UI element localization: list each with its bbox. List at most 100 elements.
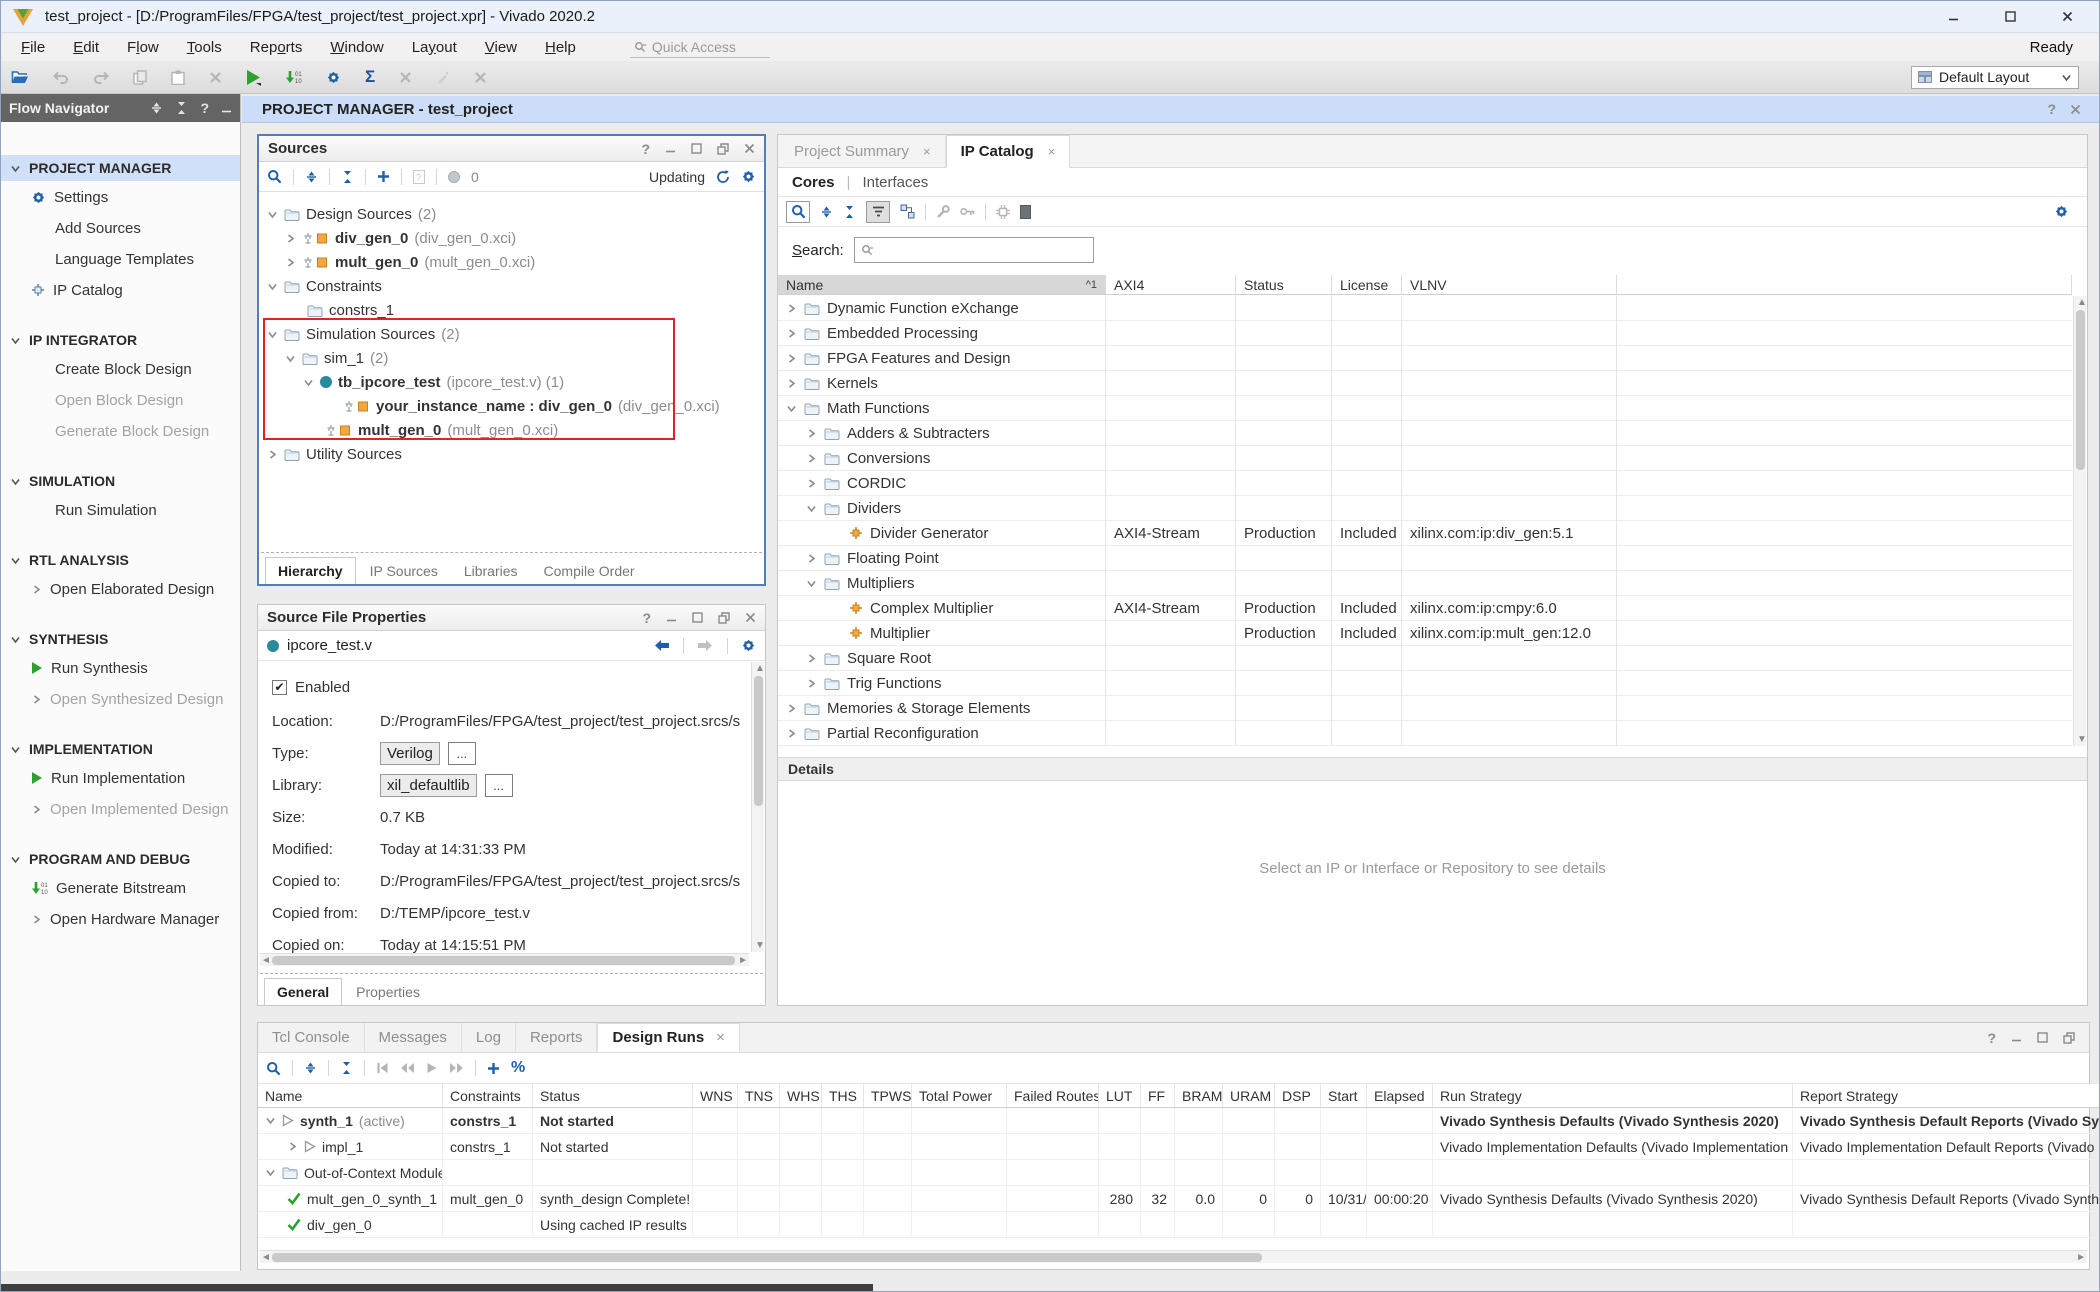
copy-button[interactable] xyxy=(133,70,147,85)
search-button[interactable] xyxy=(267,169,282,184)
flownav-item-open-hardware-manager[interactable]: Open Hardware Manager xyxy=(1,907,240,931)
chevron-right-icon[interactable] xyxy=(806,678,817,689)
customize-button[interactable] xyxy=(936,205,950,219)
run-row-synth-1[interactable]: synth_1(active)constrs_1Not startedVivad… xyxy=(258,1108,2100,1134)
scroll-down-icon[interactable]: ▼ xyxy=(2077,734,2087,745)
scroll-up-icon[interactable]: ▲ xyxy=(2077,297,2087,308)
tree-row-tb-ipcore-test[interactable]: tb_ipcore_test(ipcore_test.v) (1) xyxy=(259,370,764,394)
tree-row-simulation-sources[interactable]: Simulation Sources(2) xyxy=(259,322,764,346)
chevron-down-icon[interactable] xyxy=(806,503,817,514)
scrollbar-thumb[interactable] xyxy=(272,1253,1262,1262)
ip-row-floating-point[interactable]: Floating Point xyxy=(778,546,2072,571)
chevron-right-icon[interactable] xyxy=(806,453,817,464)
delete-button[interactable] xyxy=(209,71,222,84)
ip-row-multiplier[interactable]: MultiplierProductionIncludedxilinx.com:i… xyxy=(778,621,2072,646)
run-row-div-gen-0[interactable]: div_gen_0Using cached IP results xyxy=(258,1212,2100,1238)
ip-row-embedded-processing[interactable]: Embedded Processing xyxy=(778,321,2072,346)
run-row-mult-gen-0-synth-1[interactable]: mult_gen_0_synth_1mult_gen_0synth_design… xyxy=(258,1186,2100,1212)
chevron-right-icon[interactable] xyxy=(267,449,278,460)
help-button[interactable]: ? xyxy=(641,141,650,157)
flownav-section-ip-integrator[interactable]: IP INTEGRATOR xyxy=(1,328,240,352)
column-header-bram[interactable]: BRAM xyxy=(1175,1084,1223,1107)
chevron-right-icon[interactable] xyxy=(285,257,296,268)
close-tab-icon[interactable]: × xyxy=(923,144,931,159)
close-button[interactable] xyxy=(2062,11,2073,22)
redo-button[interactable] xyxy=(93,70,109,84)
tree-row-constraints[interactable]: Constraints xyxy=(259,274,764,298)
field-input-library[interactable]: xil_defaultlib xyxy=(380,774,477,797)
column-header-start[interactable]: Start xyxy=(1321,1084,1367,1107)
paste-button[interactable] xyxy=(171,70,185,85)
undo-button[interactable] xyxy=(53,70,69,84)
tab-reports[interactable]: Reports xyxy=(516,1023,598,1052)
help-button[interactable]: ? xyxy=(200,100,209,116)
flownav-section-implementation[interactable]: IMPLEMENTATION xyxy=(1,737,240,761)
column-header-failed-routes[interactable]: Failed Routes xyxy=(1007,1084,1099,1107)
column-header-total-power[interactable]: Total Power xyxy=(912,1084,1007,1107)
chevron-right-icon[interactable] xyxy=(786,703,797,714)
edit-disabled-button[interactable] xyxy=(436,70,450,84)
menu-flow[interactable]: Flow xyxy=(113,36,173,59)
tab-log[interactable]: Log xyxy=(462,1023,516,1052)
menu-tools[interactable]: Tools xyxy=(173,36,236,59)
chevron-right-icon[interactable] xyxy=(287,1141,298,1152)
chevron-down-icon[interactable] xyxy=(786,403,797,414)
collapse-all-button[interactable] xyxy=(304,1061,317,1075)
menu-view[interactable]: View xyxy=(471,36,531,59)
flownav-item-language-templates[interactable]: Language Templates xyxy=(1,247,240,271)
ip-row-dynamic-function-exchange[interactable]: Dynamic Function eXchange xyxy=(778,296,2072,321)
column-header-name[interactable]: Name xyxy=(258,1084,443,1107)
ip-row-multipliers[interactable]: Multipliers xyxy=(778,571,2072,596)
flownav-section-program-and-debug[interactable]: PROGRAM AND DEBUG xyxy=(1,847,240,871)
column-header-constraints[interactable]: Constraints xyxy=(443,1084,533,1107)
chevron-down-icon[interactable] xyxy=(285,353,296,364)
flownav-item-add-sources[interactable]: Add Sources xyxy=(1,216,240,240)
minimize-button[interactable] xyxy=(1948,11,1959,22)
chevron-right-icon[interactable] xyxy=(806,478,817,489)
flownav-item-generate-block-design[interactable]: Generate Block Design xyxy=(1,419,240,443)
chevron-right-icon[interactable] xyxy=(806,653,817,664)
column-header-status[interactable]: Status xyxy=(1236,275,1332,294)
column-header-ths[interactable]: THS xyxy=(822,1084,864,1107)
run-row-impl-1[interactable]: impl_1constrs_1Not startedVivado Impleme… xyxy=(258,1134,2100,1160)
scrollbar-thumb[interactable] xyxy=(754,676,763,806)
column-header-run-strategy[interactable]: Run Strategy xyxy=(1433,1084,1793,1107)
tab-properties[interactable]: Properties xyxy=(344,979,432,1005)
flownav-item-open-implemented-design[interactable]: Open Implemented Design xyxy=(1,797,240,821)
menu-edit[interactable]: Edit xyxy=(59,36,113,59)
close-button[interactable] xyxy=(744,141,755,157)
tab-messages[interactable]: Messages xyxy=(365,1023,462,1052)
expand-all-button[interactable] xyxy=(340,1061,353,1075)
create-run-button[interactable] xyxy=(487,1062,500,1075)
column-header-tns[interactable]: TNS xyxy=(738,1084,780,1107)
quick-access-input[interactable]: Quick Access xyxy=(630,37,770,58)
column-header-whs[interactable]: WHS xyxy=(780,1084,822,1107)
flownav-item-open-block-design[interactable]: Open Block Design xyxy=(1,388,240,412)
float-button[interactable] xyxy=(717,141,729,157)
close-tab-icon[interactable]: × xyxy=(1048,144,1056,159)
ip-row-conversions[interactable]: Conversions xyxy=(778,446,2072,471)
runs-horizontal-scrollbar[interactable]: ◄ ► xyxy=(260,1250,2087,1263)
ellipsis-button[interactable]: ... xyxy=(448,742,476,765)
tab-general[interactable]: General xyxy=(264,978,342,1005)
flownav-item-run-synthesis[interactable]: Run Synthesis xyxy=(1,656,240,680)
utilization-button[interactable]: % xyxy=(511,1059,525,1077)
report-summary-button[interactable]: Σ xyxy=(365,67,375,87)
minimize-button[interactable] xyxy=(221,100,232,116)
ip-row-cordic[interactable]: CORDIC xyxy=(778,471,2072,496)
collapse-all-button[interactable] xyxy=(820,205,833,219)
tab-project-summary[interactable]: Project Summary× xyxy=(780,136,946,167)
step-forward-button[interactable] xyxy=(449,1062,464,1074)
tree-row-mult-gen-0[interactable]: mult_gen_0(mult_gen_0.xci) xyxy=(259,418,764,442)
sfp-horizontal-scrollbar[interactable]: ◄ ► xyxy=(260,953,749,966)
ip-row-partial-reconfiguration[interactable]: Partial Reconfiguration xyxy=(778,721,2072,746)
flownav-section-project-manager[interactable]: PROJECT MANAGER xyxy=(1,156,240,180)
column-header-report-strategy[interactable]: Report Strategy xyxy=(1793,1084,2100,1107)
generate-bitstream-button[interactable]: 0110 xyxy=(285,70,302,85)
menu-window[interactable]: Window xyxy=(316,36,397,59)
flownav-section-simulation[interactable]: SIMULATION xyxy=(1,469,240,493)
scroll-down-icon[interactable]: ▼ xyxy=(755,940,765,951)
chevron-right-icon[interactable] xyxy=(806,428,817,439)
subtab-cores[interactable]: Cores xyxy=(792,174,835,191)
chevron-right-icon[interactable] xyxy=(786,328,797,339)
